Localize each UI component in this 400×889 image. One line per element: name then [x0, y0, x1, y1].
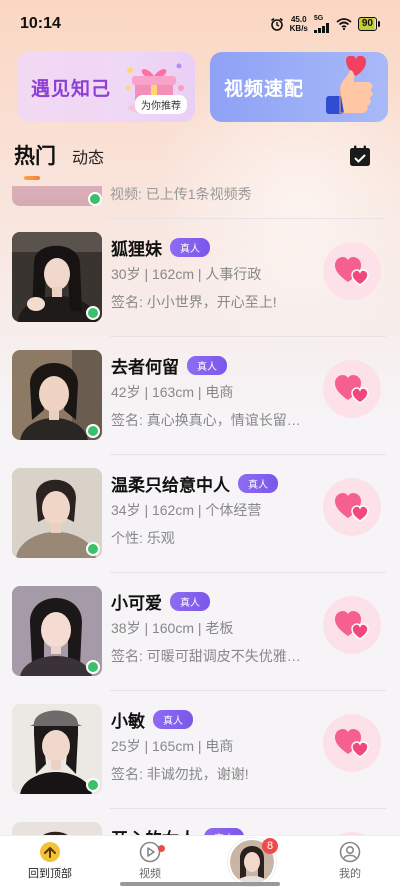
user-name: 去者何留 [111, 358, 179, 377]
battery-tip [378, 21, 380, 27]
feed-tabs: 热门 动态 [14, 140, 104, 180]
bottom-nav: 回到顶部 视频 8 我的 [0, 835, 400, 889]
like-button[interactable] [323, 360, 381, 418]
battery-level: 90 [357, 17, 377, 31]
avatar [12, 822, 102, 836]
net-speed-unit: KB/s [289, 24, 308, 33]
like-button[interactable] [323, 596, 381, 654]
video-play-icon [139, 841, 161, 863]
double-heart-icon [335, 729, 369, 758]
double-heart-icon [335, 375, 369, 404]
recommend-tag: 为你推荐 [135, 95, 187, 114]
calendar-checkin-icon[interactable] [348, 144, 372, 168]
like-button[interactable] [323, 478, 381, 536]
user-list[interactable]: 视频: 已上传1条视频秀 狐狸妹 真人 30岁 | 162cm | 人事行政 签… [0, 186, 400, 836]
network-type: 5G [313, 15, 324, 22]
user-name: 狐狸妹 [111, 240, 162, 259]
name-row: 去者何留 真人 [111, 353, 227, 378]
name-row: 小敏 真人 [111, 707, 193, 732]
status-bar: 10:14 45.0 KB/s 5G 90 [0, 0, 400, 48]
like-button[interactable] [323, 242, 381, 300]
user-info: 38岁 | 160cm | 老板 [111, 620, 234, 636]
double-heart-icon [335, 611, 369, 640]
meet-soulmate-banner[interactable]: 遇见知己 为你推荐 [17, 52, 195, 122]
list-item[interactable]: 开心的女人 真人 [0, 776, 400, 836]
user-name: 温柔只给意中人 [111, 476, 230, 495]
video-match-title: 视频速配 [224, 78, 305, 100]
tab-hot-label: 热门 [14, 145, 56, 168]
signal-icon [313, 23, 329, 33]
tab-active-indicator [24, 176, 40, 180]
user-info: 30岁 | 162cm | 人事行政 [111, 266, 262, 282]
video-match-banner[interactable]: 视频速配 [210, 52, 388, 122]
feature-banners: 遇见知己 为你推荐 视频速配 [17, 52, 388, 122]
name-row: 温柔只给意中人 真人 [111, 471, 278, 496]
message-count-badge: 8 [262, 838, 278, 854]
nav-me[interactable]: 我的 [310, 841, 390, 889]
user-info: 34岁 | 162cm | 个体经营 [111, 502, 262, 518]
nav-home[interactable]: 回到顶部 [10, 841, 90, 889]
tab-hot[interactable]: 热门 [14, 140, 56, 180]
user-name: 小可爱 [111, 594, 162, 613]
back-to-top-icon [40, 842, 60, 862]
name-row: 小可爱 真人 [111, 589, 210, 614]
name-row: 狐狸妹 真人 [111, 235, 210, 260]
list-item[interactable]: 去者何留 真人 42岁 | 163cm | 电商 签名: 真心换真心，情谊长留… [0, 304, 400, 440]
verified-badge: 真人 [187, 356, 227, 375]
net-speed: 45.0 KB/s [290, 15, 308, 33]
user-name: 小敏 [111, 712, 145, 731]
like-button[interactable] [323, 714, 381, 772]
home-indicator[interactable] [120, 882, 280, 886]
battery-indicator: 90 [357, 17, 380, 31]
thumbs-up-heart-icon [326, 56, 373, 114]
verified-badge: 真人 [238, 474, 278, 493]
double-heart-icon [335, 493, 369, 522]
nav-video-label: 视频 [139, 868, 161, 880]
wifi-icon [336, 18, 352, 30]
user-info: 42岁 | 163cm | 电商 [111, 384, 234, 400]
alarm-icon [270, 17, 283, 31]
verified-badge: 真人 [170, 238, 210, 257]
verified-badge: 真人 [153, 710, 193, 729]
tab-moments[interactable]: 动态 [72, 144, 104, 170]
nav-home-label: 回到顶部 [28, 868, 72, 880]
avatar-photo [12, 822, 102, 836]
meet-soulmate-title: 遇见知己 [31, 78, 112, 100]
tab-moments-label: 动态 [72, 150, 105, 167]
double-heart-icon [335, 257, 369, 286]
status-icons: 45.0 KB/s 5G 90 [270, 15, 380, 33]
notification-dot [158, 845, 165, 852]
list-item[interactable]: 小敏 真人 25岁 | 165cm | 电商 签名: 非诚勿扰，谢谢! [0, 658, 400, 794]
status-time: 10:14 [20, 15, 61, 32]
nav-me-label: 我的 [339, 868, 361, 880]
signal-group: 5G [313, 15, 330, 33]
list-item[interactable]: 狐狸妹 真人 30岁 | 162cm | 人事行政 签名: 小小世界，开心至上! [0, 186, 400, 322]
user-info: 25岁 | 165cm | 电商 [111, 738, 234, 754]
list-item[interactable]: 温柔只给意中人 真人 34岁 | 162cm | 个体经营 个性: 乐观 [0, 422, 400, 558]
verified-badge: 真人 [170, 592, 210, 611]
net-speed-value: 45.0 [290, 15, 307, 24]
profile-icon [339, 841, 361, 863]
list-item[interactable]: 小可爱 真人 38岁 | 160cm | 老板 签名: 可暖可甜调皮不失优雅… [0, 540, 400, 676]
